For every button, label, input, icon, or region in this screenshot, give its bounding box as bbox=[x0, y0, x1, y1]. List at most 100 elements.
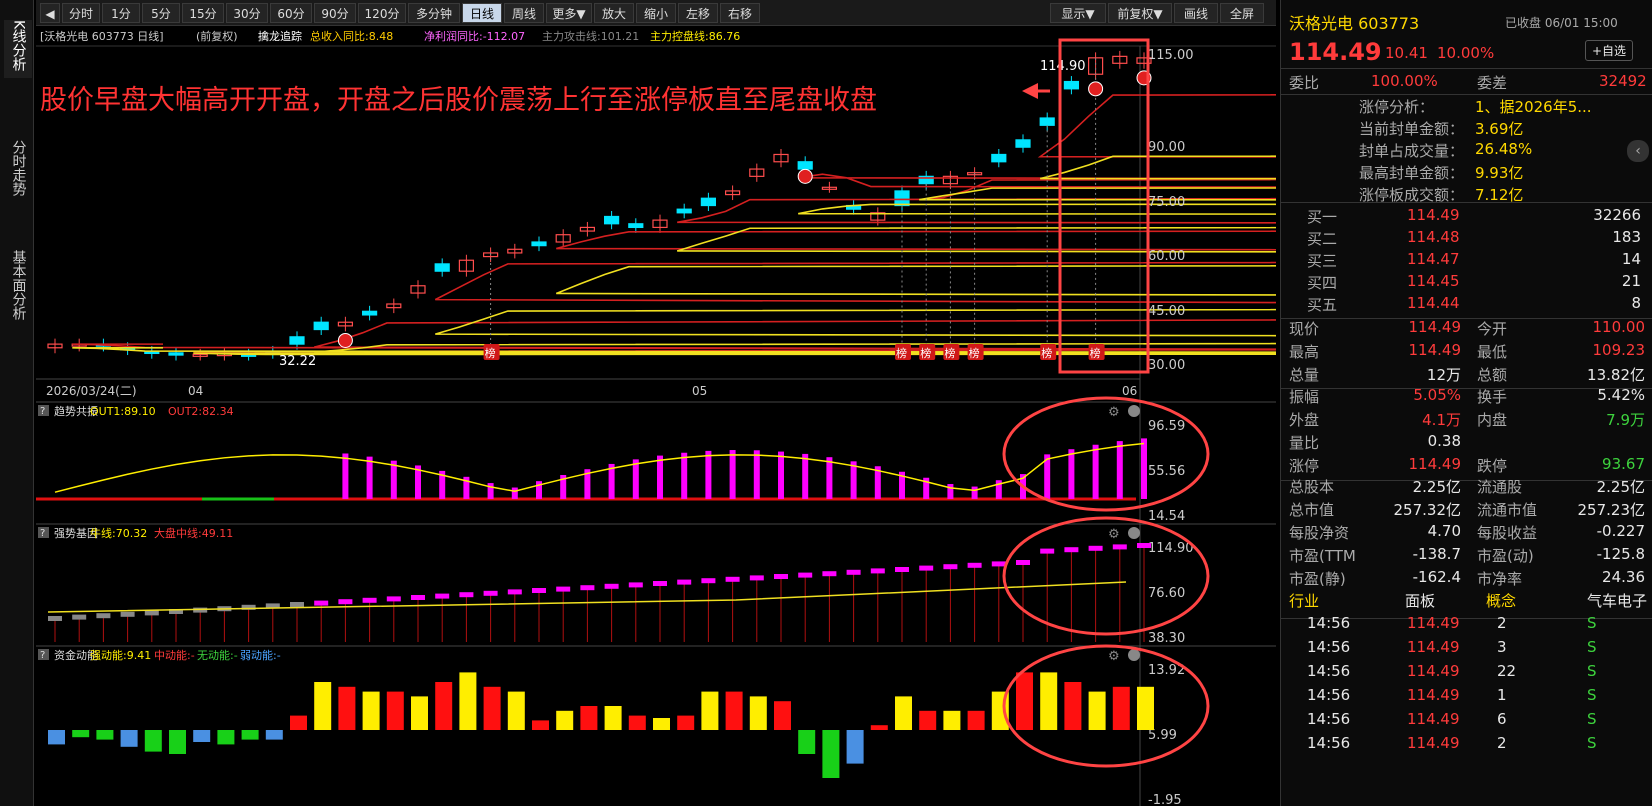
pane-label: 弱动能:- bbox=[240, 648, 281, 662]
gene-bar bbox=[556, 586, 571, 592]
gene-bar bbox=[919, 565, 934, 571]
candle bbox=[313, 321, 329, 331]
bang-marker: 榜 bbox=[919, 183, 936, 360]
bang-label: 榜 bbox=[920, 346, 931, 360]
highlight-ellipse bbox=[1002, 396, 1210, 512]
trend-bar bbox=[729, 450, 736, 499]
divider bbox=[1281, 202, 1652, 203]
pane-label: OUT1:89.10 bbox=[90, 405, 156, 418]
period-multi[interactable]: 多分钟 bbox=[408, 3, 460, 23]
panel-tab[interactable]: 气车电子 bbox=[1587, 590, 1647, 611]
period-5m[interactable]: 5分 bbox=[142, 3, 180, 23]
move-right-button[interactable]: 右移 bbox=[720, 3, 760, 23]
momentum-bar bbox=[846, 730, 864, 764]
quote-panel: 沃格光电 603773 已收盘 06/01 15:00 114.49 10.41… bbox=[1280, 0, 1652, 806]
candle bbox=[991, 153, 1007, 163]
trend-bar bbox=[390, 460, 397, 499]
bid-price: 114.44 bbox=[1407, 294, 1460, 312]
period-weekly[interactable]: 周线 bbox=[504, 3, 544, 23]
trade-volume: 22 bbox=[1497, 662, 1517, 680]
more-dropdown[interactable]: 更多▼ bbox=[546, 3, 592, 23]
momentum-bar bbox=[193, 730, 211, 742]
period-daily[interactable]: 日线 bbox=[462, 3, 502, 23]
stat-value: 0.38 bbox=[1427, 432, 1461, 450]
trend-bar bbox=[657, 455, 663, 499]
date-jun: 06 bbox=[1122, 384, 1137, 398]
period-90m[interactable]: 90分 bbox=[314, 3, 356, 23]
period-1[interactable]: 分时 bbox=[62, 3, 100, 23]
trade-price: 114.49 bbox=[1407, 614, 1460, 632]
pane-tick: 114.90 bbox=[1148, 541, 1194, 556]
tab-kline[interactable]: K线分析 bbox=[4, 20, 32, 79]
stat-label: 量比 bbox=[1289, 434, 1320, 452]
gene-bar bbox=[822, 571, 837, 577]
panel-tab[interactable]: 概念 bbox=[1486, 590, 1516, 611]
date-apr: 04 bbox=[188, 384, 203, 398]
momentum-bar bbox=[919, 710, 937, 730]
stat-label: 总量 bbox=[1289, 366, 1320, 384]
adjust-dropdown[interactable]: 前复权▼ bbox=[1108, 3, 1172, 23]
bid-volume: 14 bbox=[1621, 250, 1641, 268]
stat-value: -138.7 bbox=[1412, 545, 1461, 563]
tab-kline-label: K线分析 bbox=[10, 20, 27, 72]
move-left-button[interactable]: 左移 bbox=[678, 3, 718, 23]
draw-button[interactable]: 画线 bbox=[1174, 3, 1218, 23]
weibi-value: 100.00% bbox=[1371, 72, 1438, 90]
gene-bar bbox=[435, 593, 450, 599]
period-15m[interactable]: 15分 bbox=[182, 3, 224, 23]
candle bbox=[1063, 80, 1080, 90]
trade-side: S bbox=[1587, 662, 1597, 680]
momentum-bar bbox=[1064, 682, 1082, 730]
side-tabs: K线分析 分时走势 基本面分析 bbox=[0, 0, 34, 806]
momentum-bar bbox=[556, 710, 574, 730]
strong-gene-pane: ? 强势基因牛线:70.32 大盘中线:49.11114.9076.6038.30⚙ bbox=[36, 523, 1276, 646]
candle bbox=[700, 197, 717, 207]
period-1m[interactable]: 1分 bbox=[102, 3, 140, 23]
add-watchlist-button[interactable]: +自选 bbox=[1585, 40, 1634, 61]
stat-value: -0.227 bbox=[1596, 522, 1645, 540]
gene-bar bbox=[846, 569, 861, 575]
trade-side: S bbox=[1587, 710, 1597, 728]
momentum-bar bbox=[628, 715, 646, 730]
panel-tab[interactable]: 面板 bbox=[1405, 590, 1435, 611]
bang-label: 榜 bbox=[896, 346, 907, 360]
stat-label: 总市值 bbox=[1289, 501, 1335, 519]
candle bbox=[603, 215, 620, 225]
back-icon[interactable]: ◀ bbox=[40, 3, 60, 23]
trend-bar bbox=[705, 450, 712, 499]
momentum-bar bbox=[653, 718, 670, 730]
trend-resonance-pane: ? 趋势共振OUT1:89.10 OUT2:82.3496.5955.5614.54… bbox=[36, 401, 1276, 524]
bid-volume: 21 bbox=[1621, 272, 1641, 290]
bid-level-label: 买四 bbox=[1307, 274, 1338, 292]
stat-value: 2.25亿 bbox=[1596, 478, 1645, 496]
fullscreen-button[interactable]: 全屏 bbox=[1220, 3, 1264, 23]
pane-tick: 96.59 bbox=[1148, 419, 1185, 434]
weibi-label: 委比 bbox=[1289, 74, 1320, 92]
gene-bar bbox=[338, 599, 353, 605]
momentum-bar bbox=[435, 682, 453, 730]
stat-value: -162.4 bbox=[1412, 568, 1461, 586]
candle bbox=[797, 161, 813, 170]
kline-chart[interactable]: [沃格光电 603773 日线] (前复权) 擒龙追踪 总收入同比:8.48 净… bbox=[36, 26, 1276, 806]
pane-label: 无动能:- bbox=[197, 648, 238, 662]
period-60m[interactable]: 60分 bbox=[270, 3, 312, 23]
highlight-ellipse bbox=[1002, 644, 1210, 768]
tab-fundamentals[interactable]: 基本面分析 bbox=[4, 250, 32, 327]
stat-value: 12万 bbox=[1426, 366, 1461, 384]
zoom-out-button[interactable]: 缩小 bbox=[636, 3, 676, 23]
pane-tick: 38.30 bbox=[1148, 631, 1185, 646]
candle bbox=[1015, 139, 1031, 148]
help-icon-label: ? bbox=[40, 528, 45, 539]
period-120m[interactable]: 120分 bbox=[358, 3, 406, 23]
period-30m[interactable]: 30分 bbox=[226, 3, 268, 23]
zoom-in-button[interactable]: 放大 bbox=[594, 3, 634, 23]
display-dropdown[interactable]: 显示▼ bbox=[1050, 3, 1106, 23]
momentum-bar bbox=[483, 686, 501, 730]
momentum-bar bbox=[1137, 686, 1154, 730]
momentum-bar bbox=[290, 715, 307, 730]
stat-label: 市盈(静) bbox=[1289, 570, 1346, 588]
trade-time: 14:56 bbox=[1307, 614, 1351, 632]
tab-timeshare[interactable]: 分时走势 bbox=[4, 140, 32, 203]
collapse-icon[interactable]: ‹ bbox=[1627, 140, 1649, 162]
panel-tab[interactable]: 行业 bbox=[1289, 590, 1319, 611]
